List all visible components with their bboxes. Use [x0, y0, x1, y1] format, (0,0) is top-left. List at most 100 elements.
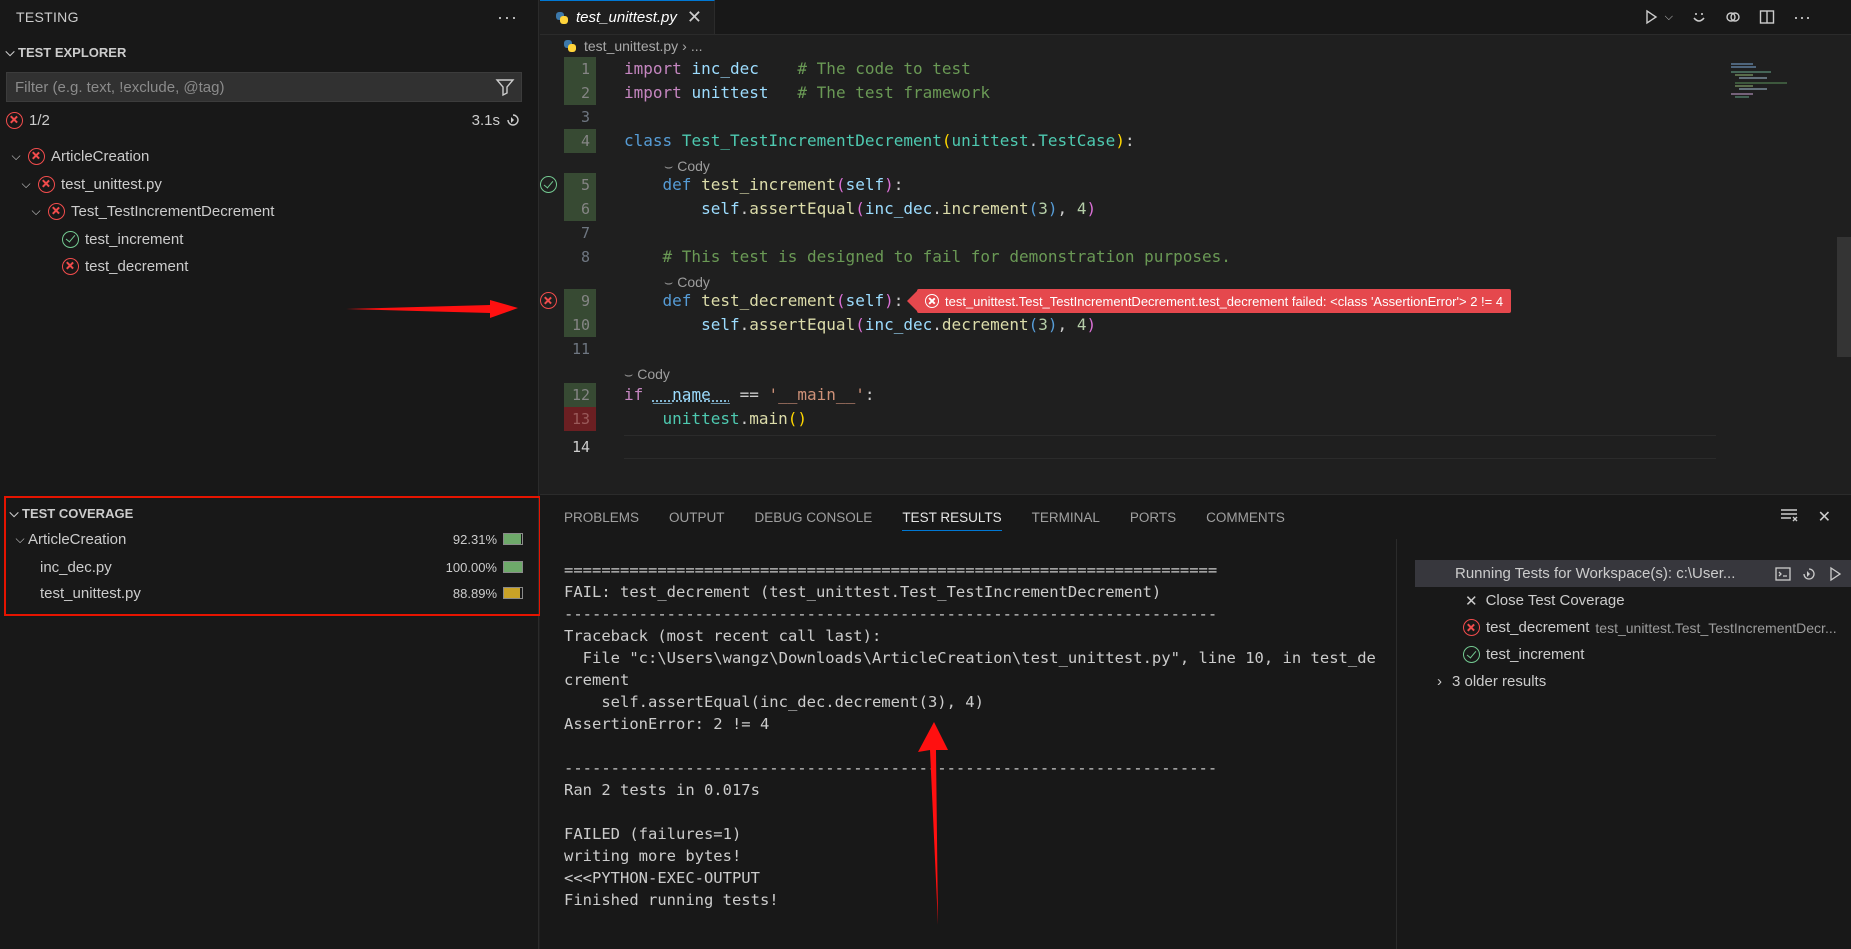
- test-run-item[interactable]: Running Tests for Workspace(s): c:\User.…: [1415, 560, 1851, 587]
- coverage-item[interactable]: test_unittest.py 88.89%: [6, 580, 539, 606]
- chevron-down-icon: ⌵: [31, 203, 41, 218]
- code-line[interactable]: 1 import inc_dec # The code to test: [540, 57, 1710, 81]
- code-line[interactable]: 8 # This test is designed to fail for de…: [540, 245, 1710, 269]
- tab-output[interactable]: OUTPUT: [669, 510, 725, 525]
- panel-actions: ✕: [1780, 507, 1831, 527]
- test-tree-label: test_decrement: [85, 257, 189, 275]
- breadcrumb-symbol[interactable]: ...: [691, 38, 703, 54]
- test-tree-item[interactable]: ⌵ Test_TestIncrementDecrement: [28, 199, 274, 223]
- coverage-percent: 92.31%: [452, 531, 497, 547]
- editor-scrollbar[interactable]: [1837, 57, 1851, 494]
- code-line[interactable]: 7: [540, 221, 1710, 245]
- cody-codelens-label: Cody: [637, 366, 670, 382]
- more-actions-icon[interactable]: ···: [1793, 7, 1811, 28]
- test-output[interactable]: ========================================…: [564, 559, 1404, 911]
- pass-status-icon: [62, 230, 79, 248]
- line-number: 13: [564, 407, 596, 431]
- tab-comments[interactable]: COMMENTS: [1206, 510, 1285, 525]
- output-line: Finished running tests!: [564, 891, 779, 909]
- test-tree-item[interactable]: ⌵ test_unittest.py: [18, 172, 162, 196]
- keyword: class: [624, 131, 673, 150]
- line-number: 3: [580, 108, 590, 126]
- code-line[interactable]: 9 def test_decrement(self): test_unittes…: [540, 289, 1710, 313]
- output-line: ========================================…: [564, 561, 1218, 579]
- tab-test-unittest[interactable]: test_unittest.py ✕: [540, 0, 715, 34]
- test-tree-item[interactable]: ⌵ ArticleCreation: [8, 144, 149, 168]
- editor-scrollbar-thumb[interactable]: [1837, 237, 1851, 357]
- code-line[interactable]: 13 unittest.main(): [540, 407, 1710, 431]
- test-tree-label: ArticleCreation: [51, 147, 150, 165]
- failure-text: test_unittest.Test_TestIncrementDecremen…: [945, 293, 1504, 309]
- code-line[interactable]: 3: [540, 105, 1710, 129]
- function-name: assertEqual: [749, 315, 856, 334]
- more-actions-icon[interactable]: ···: [497, 7, 518, 28]
- code-area[interactable]: 1 import inc_dec # The code to test 2 im…: [540, 57, 1851, 494]
- result-item-test-increment[interactable]: test_increment: [1415, 641, 1851, 668]
- split-editor-icon[interactable]: [1759, 9, 1775, 25]
- output-line: Ran 2 tests in 0.017s: [564, 781, 760, 799]
- module-name: inc_dec: [691, 59, 759, 78]
- chevron-right-icon: ›: [1437, 673, 1442, 690]
- tab-debug-console[interactable]: DEBUG CONSOLE: [755, 510, 873, 525]
- test-failed-gutter-icon[interactable]: [540, 292, 557, 309]
- close-panel-icon[interactable]: ✕: [1818, 507, 1831, 527]
- test-filter[interactable]: [6, 72, 522, 102]
- code-line[interactable]: 5 def test_increment(self):: [540, 173, 1710, 197]
- run-dropdown-icon[interactable]: ⌵: [1665, 11, 1673, 24]
- rerun-icon[interactable]: [1801, 566, 1817, 582]
- panel-split-divider[interactable]: [1396, 539, 1397, 949]
- debug-rerun-icon[interactable]: [1827, 566, 1843, 582]
- clear-results-icon[interactable]: [1780, 507, 1798, 523]
- close-icon[interactable]: ✕: [687, 7, 702, 28]
- test-coverage-section: ⌵ TEST COVERAGE ⌵ ArticleCreation 92.31% in…: [4, 496, 541, 616]
- coverage-item[interactable]: inc_dec.py 100.00%: [6, 554, 539, 580]
- older-results-item[interactable]: › 3 older results: [1415, 668, 1851, 695]
- keyword: def: [662, 291, 692, 310]
- minimap[interactable]: [1731, 62, 1791, 102]
- cody-codelens[interactable]: ⌣ Cody: [624, 365, 670, 383]
- line-number: 9: [564, 289, 596, 313]
- close-icon: ✕: [1465, 592, 1478, 610]
- test-explorer-title: TEST EXPLORER: [18, 44, 127, 60]
- cody-icon[interactable]: [1691, 9, 1707, 25]
- tab-terminal[interactable]: TERMINAL: [1032, 510, 1100, 525]
- code-line[interactable]: 11: [540, 337, 1710, 361]
- test-passed-gutter-icon[interactable]: [540, 176, 557, 193]
- cody-icon: ⌣: [624, 365, 634, 382]
- result-item-test-decrement[interactable]: test_decrement test_unittest.Test_TestIn…: [1415, 614, 1851, 641]
- coverage-item[interactable]: ⌵ ArticleCreation 92.31%: [6, 526, 539, 552]
- tab-test-results[interactable]: TEST RESULTS: [902, 510, 1002, 531]
- filter-icon[interactable]: [495, 77, 515, 97]
- line-number: 14: [571, 438, 590, 456]
- result-label: test_decrement: [1486, 619, 1590, 636]
- open-changes-icon[interactable]: [1725, 9, 1741, 25]
- breadcrumb-file[interactable]: test_unittest.py: [584, 38, 678, 54]
- test-tree-item[interactable]: test_increment: [58, 227, 183, 251]
- code-line[interactable]: 14: [540, 435, 1710, 459]
- class-name: TestCase: [1038, 131, 1116, 150]
- test-coverage-header[interactable]: ⌵ TEST COVERAGE: [6, 500, 539, 526]
- test-explorer-section-header[interactable]: ⌵ TEST EXPLORER: [0, 34, 538, 70]
- tab-ports[interactable]: PORTS: [1130, 510, 1176, 525]
- output-line: ----------------------------------------…: [564, 605, 1218, 623]
- module-name: unittest: [951, 131, 1029, 150]
- variable: self: [701, 315, 740, 334]
- code-line[interactable]: 2 import unittest # The test framework: [540, 81, 1710, 105]
- cody-codelens-label: Cody: [677, 274, 710, 290]
- code-line[interactable]: 4 class Test_TestIncrementDecrement(unit…: [540, 129, 1710, 153]
- terminal-icon[interactable]: [1775, 566, 1791, 582]
- code-line[interactable]: 10 self.assertEqual(inc_dec.decrement(3)…: [540, 313, 1710, 337]
- close-test-coverage-item[interactable]: ✕ Close Test Coverage: [1415, 587, 1851, 614]
- sidebar-header: TESTING ···: [0, 0, 538, 34]
- test-filter-input[interactable]: [15, 78, 485, 96]
- code-line[interactable]: 12 if __name__ == '__main__':: [540, 383, 1710, 407]
- number: 3: [1038, 315, 1048, 334]
- result-label: test_increment: [1486, 646, 1585, 663]
- rerun-icon[interactable]: [504, 111, 522, 129]
- output-line: crement: [564, 671, 630, 689]
- tab-problems[interactable]: PROBLEMS: [564, 510, 639, 525]
- test-failure-message[interactable]: test_unittest.Test_TestIncrementDecremen…: [906, 289, 1512, 313]
- test-tree-item[interactable]: test_decrement: [58, 254, 188, 278]
- code-line[interactable]: 6 self.assertEqual(inc_dec.increment(3),…: [540, 197, 1710, 221]
- run-icon[interactable]: [1643, 9, 1659, 25]
